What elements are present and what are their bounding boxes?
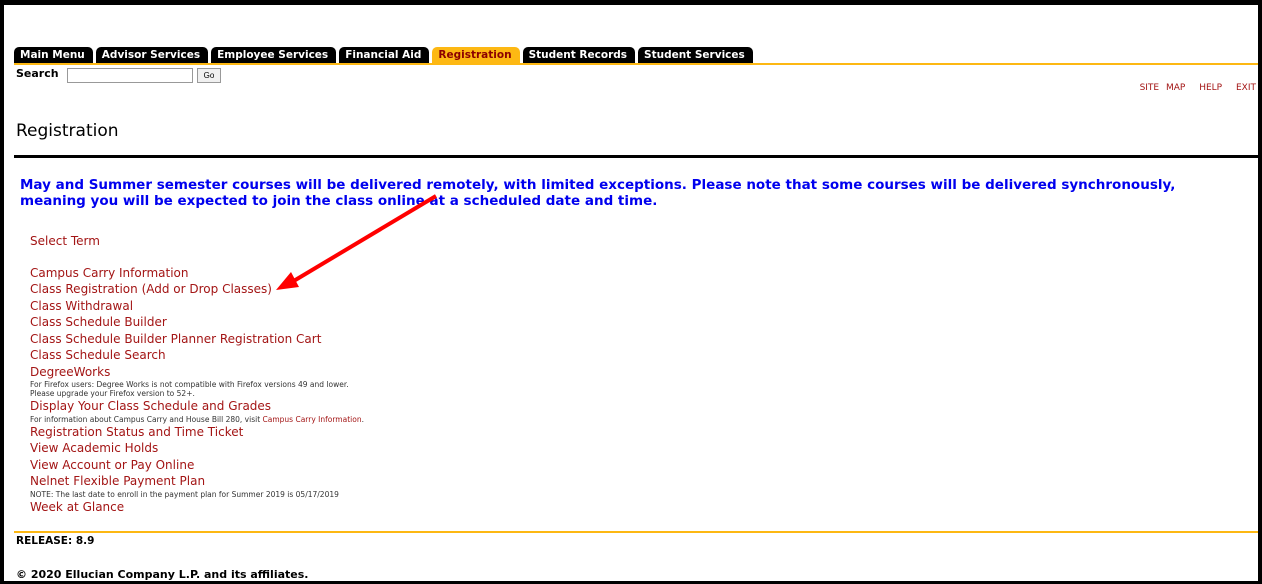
- copyright-text: © 2020 Ellucian Company L.P. and its aff…: [16, 568, 309, 581]
- link-pay-online[interactable]: View Account or Pay Online: [30, 457, 730, 474]
- help-link[interactable]: HELP: [1199, 83, 1222, 93]
- menu-spacer: [30, 250, 730, 265]
- tab-main-menu[interactable]: Main Menu: [14, 47, 93, 64]
- link-campus-carry[interactable]: Campus Carry Information: [30, 265, 730, 282]
- link-nelnet[interactable]: Nelnet Flexible Payment Plan: [30, 473, 730, 490]
- tab-financial-aid[interactable]: Financial Aid: [339, 47, 430, 64]
- search-input[interactable]: [67, 68, 193, 83]
- degreeworks-note-1: For Firefox users: Degree Works is not c…: [30, 380, 349, 389]
- degreeworks-note-2: Please upgrade your Firefox version to 5…: [30, 389, 195, 398]
- exit-link[interactable]: EXIT: [1236, 83, 1256, 93]
- display-schedule-note-prefix: For information about Campus Carry and H…: [30, 414, 261, 424]
- link-schedule-search[interactable]: Class Schedule Search: [30, 347, 730, 364]
- nelnet-note: NOTE: The last date to enroll in the pay…: [30, 489, 339, 499]
- link-academic-holds[interactable]: View Academic Holds: [30, 440, 730, 457]
- registration-menu: Select Term Campus Carry Information Cla…: [30, 233, 730, 515]
- site-map-link[interactable]: SITE MAP: [1140, 83, 1186, 93]
- link-registration-status[interactable]: Registration Status and Time Ticket: [30, 424, 730, 441]
- notice-text: May and Summer semester courses will be …: [20, 177, 1176, 209]
- campus-carry-inline-link[interactable]: Campus Carry Information: [263, 415, 362, 424]
- tab-underline: [14, 63, 1258, 65]
- search-go-button[interactable]: Go: [197, 68, 221, 83]
- top-links: SITE MAP HELP EXIT: [1133, 83, 1256, 93]
- link-display-schedule[interactable]: Display Your Class Schedule and Grades: [30, 398, 730, 415]
- tab-advisor-services[interactable]: Advisor Services: [95, 47, 209, 64]
- tab-student-services[interactable]: Student Services: [638, 47, 753, 64]
- tab-employee-services[interactable]: Employee Services: [211, 47, 337, 64]
- link-schedule-builder-cart[interactable]: Class Schedule Builder Planner Registrat…: [30, 331, 730, 348]
- link-class-registration[interactable]: Class Registration (Add or Drop Classes): [30, 281, 730, 298]
- display-schedule-note-suffix: .: [361, 414, 364, 424]
- link-class-withdrawal[interactable]: Class Withdrawal: [30, 298, 730, 315]
- link-week-at-glance[interactable]: Week at Glance: [30, 499, 730, 516]
- title-divider: [14, 155, 1258, 158]
- display-schedule-note: For information about Campus Carry and H…: [30, 415, 730, 424]
- link-schedule-builder[interactable]: Class Schedule Builder: [30, 314, 730, 331]
- footer-divider: [14, 531, 1258, 533]
- link-select-term[interactable]: Select Term: [30, 233, 730, 250]
- search-label: Search: [16, 67, 59, 80]
- link-degreeworks[interactable]: DegreeWorks: [30, 364, 730, 381]
- main-tab-bar: Main Menu Advisor Services Employee Serv…: [14, 44, 756, 64]
- tab-registration[interactable]: Registration: [432, 47, 520, 64]
- page-title: Registration: [16, 121, 119, 141]
- release-text: RELEASE: 8.9: [16, 535, 95, 547]
- tab-student-records[interactable]: Student Records: [522, 47, 636, 64]
